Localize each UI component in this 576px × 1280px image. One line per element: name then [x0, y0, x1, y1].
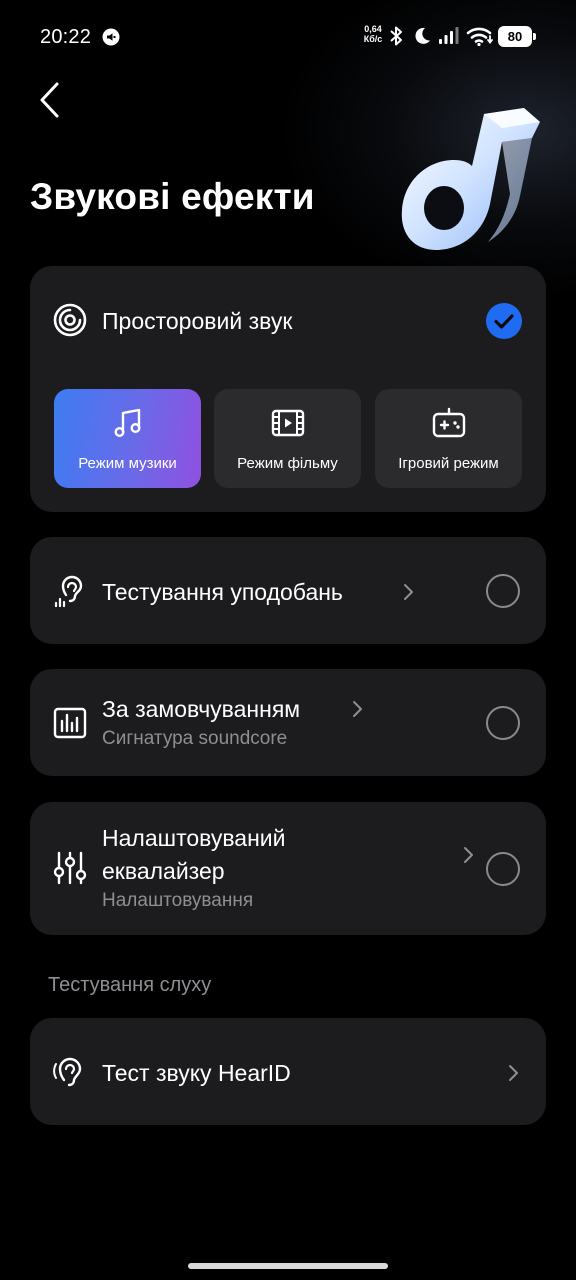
custom-eq-subtitle: Налаштовування: [102, 890, 254, 911]
default-radio[interactable]: [486, 706, 520, 740]
film-mode-label: Режим фільму: [237, 455, 338, 472]
music-mode-button[interactable]: Режим музики: [54, 389, 201, 488]
default-signature-card[interactable]: За замовчуванням Сигнатура soundcore: [30, 669, 546, 776]
preference-test-card[interactable]: Тестування уподобань: [30, 537, 546, 644]
equalizer-bars-icon: [53, 707, 87, 739]
film-icon: [271, 409, 304, 437]
spatial-audio-icon: [53, 303, 87, 337]
film-mode-button[interactable]: Режим фільму: [214, 389, 361, 488]
spatial-sound-card: Просторовий звук Режим музики Режим філь…: [30, 266, 546, 512]
music-mode-label: Режим музики: [78, 455, 177, 472]
chevron-right-icon: [509, 1065, 518, 1081]
check-icon: [494, 314, 514, 329]
wifi-icon: [466, 27, 493, 47]
soundcore-note-logo: [401, 108, 540, 250]
signal-icon: [439, 27, 459, 44]
page-title: Звукові ефекти: [30, 176, 315, 217]
chevron-right-icon: [353, 701, 362, 717]
default-title: За замовчуванням: [102, 696, 301, 722]
chevron-right-icon: [464, 847, 473, 863]
net-speed-unit: Кб/с: [363, 34, 383, 44]
screen: 20:22 0,64 Кб/с 80 Звукові ефекти Просто…: [0, 0, 576, 1280]
spatial-sound-title: Просторовий звук: [102, 308, 293, 334]
ear-preference-icon: [54, 575, 83, 608]
chevron-right-icon: [404, 584, 413, 600]
spatial-sound-checkbox[interactable]: [486, 303, 522, 339]
gamepad-icon: [432, 407, 465, 438]
preference-test-title: Тестування уподобань: [102, 579, 343, 605]
battery-icon: 80: [498, 26, 536, 47]
bluetooth-icon: [390, 26, 402, 46]
game-mode-button[interactable]: Ігровий режим: [375, 389, 522, 488]
hearid-ear-icon: [53, 1057, 82, 1087]
music-note-icon: [113, 408, 141, 438]
hearing-section-label: Тестування слуху: [48, 974, 212, 996]
custom-eq-radio[interactable]: [486, 852, 520, 886]
status-bar: 20:22 0,64 Кб/с 80: [0, 0, 576, 76]
moon-icon: [415, 27, 430, 44]
net-speed-value: 0,64: [364, 24, 382, 34]
notification-icon: [102, 28, 120, 46]
status-time: 20:22: [40, 26, 92, 48]
custom-eq-title-line2: еквалайзер: [102, 858, 225, 884]
home-indicator[interactable]: [188, 1263, 388, 1269]
custom-equalizer-card[interactable]: Налаштовуваний еквалайзер Налаштовування: [30, 802, 546, 935]
default-subtitle: Сигнатура soundcore: [102, 728, 288, 749]
hearid-test-card[interactable]: Тест звуку HearID: [30, 1018, 546, 1125]
game-mode-label: Ігровий режим: [398, 455, 499, 472]
hearid-test-title: Тест звуку HearID: [102, 1060, 291, 1086]
preference-test-radio[interactable]: [486, 574, 520, 608]
back-arrow-icon[interactable]: [34, 80, 74, 120]
network-speed: 0,64 Кб/с: [360, 24, 386, 44]
sliders-icon: [53, 851, 87, 885]
custom-eq-title-line1: Налаштовуваний: [102, 825, 286, 851]
